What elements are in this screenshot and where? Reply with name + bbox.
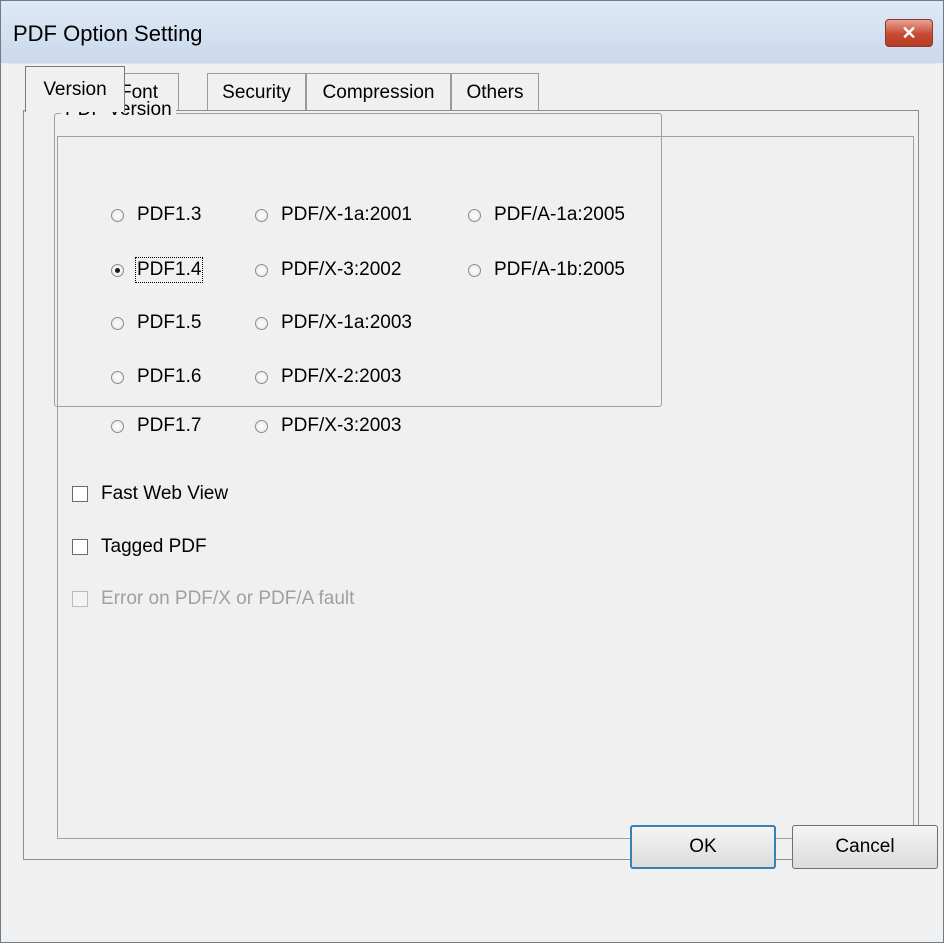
- checkbox-label: Fast Web View: [101, 483, 229, 504]
- radio-pdf-1-6[interactable]: PDF1.6: [111, 366, 201, 388]
- radio-button-icon: [468, 208, 481, 222]
- radio-label: PDF/X-1a:2001: [281, 204, 412, 225]
- radio-pdf-x-2-2003[interactable]: PDF/X-2:2003: [255, 366, 401, 388]
- radio-button-checked-icon: [111, 263, 124, 277]
- tab-others-label: Others: [466, 81, 524, 103]
- ok-button[interactable]: OK: [630, 825, 776, 869]
- radio-label: PDF/A-1a:2005: [494, 204, 625, 225]
- tab-compression[interactable]: Compression: [306, 73, 451, 111]
- tab-security[interactable]: Security: [207, 73, 306, 111]
- radio-button-icon: [255, 370, 268, 384]
- tab-version[interactable]: Version: [25, 66, 125, 112]
- radio-pdf-x-3-2002[interactable]: PDF/X-3:2002: [255, 259, 401, 281]
- radio-pdf-1-7[interactable]: PDF1.7: [111, 415, 201, 437]
- title-bar[interactable]: PDF Option Setting ✕: [1, 1, 943, 63]
- window-title: PDF Option Setting: [13, 21, 203, 46]
- tab-compression-label: Compression: [322, 81, 435, 103]
- close-icon: ✕: [901, 22, 917, 43]
- radio-label: PDF/A-1b:2005: [494, 259, 625, 280]
- radio-pdf-x-1a-2003[interactable]: PDF/X-1a:2003: [255, 312, 412, 334]
- radio-label: PDF1.3: [137, 204, 202, 225]
- error-on-fault-checkbox: Error on PDF/X or PDF/A fault: [72, 588, 354, 610]
- cancel-button[interactable]: Cancel: [792, 825, 938, 869]
- tab-security-label: Security: [222, 81, 291, 103]
- radio-pdf-x-3-2003[interactable]: PDF/X-3:2003: [255, 415, 401, 437]
- radio-label: PDF/X-2:2003: [281, 366, 402, 387]
- dialog-window: PDF Option Setting ✕ Font Security Compr…: [0, 0, 944, 943]
- radio-label: PDF1.6: [137, 366, 202, 387]
- checkbox-icon: [72, 486, 88, 502]
- radio-button-icon: [255, 316, 268, 330]
- radio-pdf-a-1b-2005[interactable]: PDF/A-1b:2005: [468, 259, 625, 281]
- radio-button-icon: [468, 263, 481, 277]
- radio-label: PDF1.7: [137, 415, 202, 436]
- checkbox-label: Error on PDF/X or PDF/A fault: [101, 588, 355, 609]
- checkbox-icon: [72, 539, 88, 555]
- fast-web-view-checkbox[interactable]: Fast Web View: [72, 483, 228, 505]
- ok-button-label: OK: [689, 836, 717, 857]
- cancel-button-label: Cancel: [835, 836, 895, 857]
- radio-pdf-1-4[interactable]: PDF1.4: [111, 257, 204, 283]
- tab-others[interactable]: Others: [451, 73, 539, 111]
- radio-label: PDF/X-3:2003: [281, 415, 402, 436]
- radio-button-icon: [111, 316, 124, 330]
- radio-button-icon: [255, 419, 268, 433]
- radio-pdf-1-5[interactable]: PDF1.5: [111, 312, 201, 334]
- tagged-pdf-checkbox[interactable]: Tagged PDF: [72, 536, 207, 558]
- radio-label: PDF/X-3:2002: [281, 259, 402, 280]
- radio-button-icon: [255, 208, 268, 222]
- close-button[interactable]: ✕: [885, 19, 933, 47]
- radio-button-icon: [111, 370, 124, 384]
- radio-button-icon: [111, 208, 124, 222]
- radio-label: PDF/X-1a:2003: [281, 312, 412, 333]
- radio-button-icon: [111, 419, 124, 433]
- checkbox-icon: [72, 591, 88, 607]
- radio-button-icon: [255, 263, 268, 277]
- checkbox-label: Tagged PDF: [101, 536, 207, 557]
- radio-label: PDF1.4: [134, 257, 204, 283]
- radio-pdf-a-1a-2005[interactable]: PDF/A-1a:2005: [468, 204, 625, 226]
- tab-version-label: Version: [43, 78, 107, 100]
- radio-label: PDF1.5: [137, 312, 202, 333]
- radio-pdf-x-1a-2001[interactable]: PDF/X-1a:2001: [255, 204, 412, 226]
- radio-pdf-1-3[interactable]: PDF1.3: [111, 204, 201, 226]
